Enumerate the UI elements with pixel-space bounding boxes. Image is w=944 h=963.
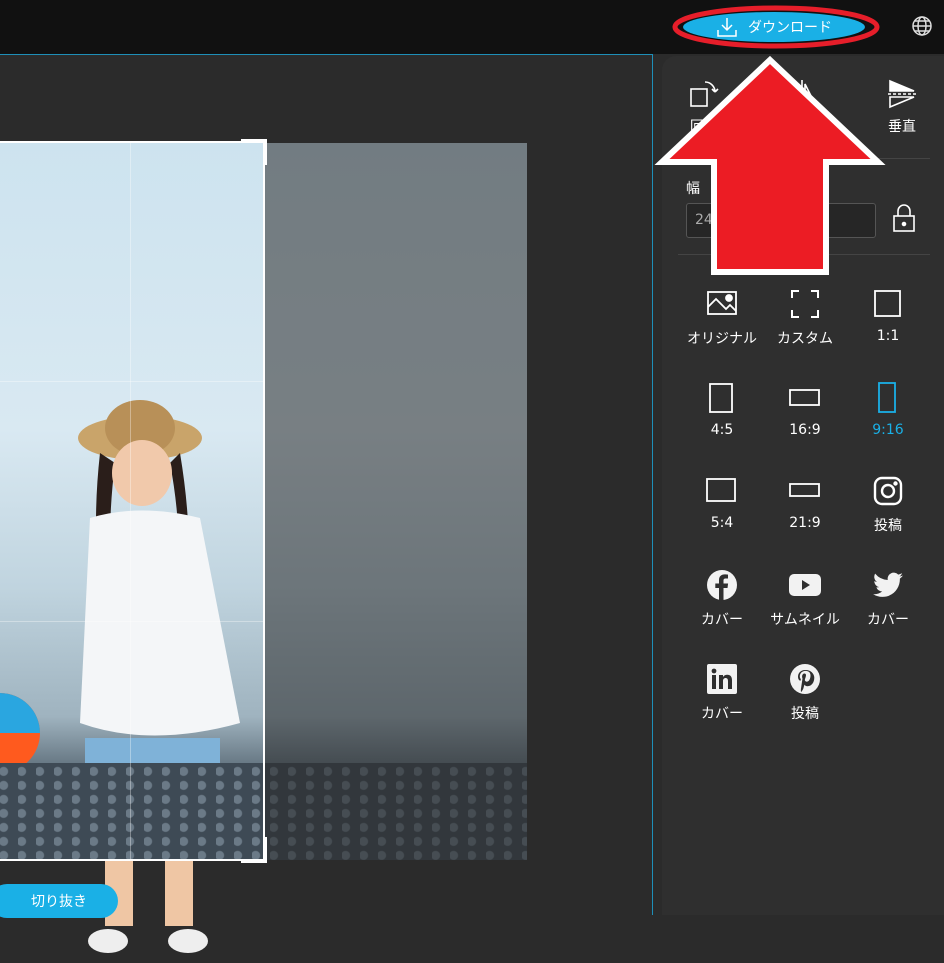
preset-label: 5:4 — [710, 515, 734, 531]
preset-instagram-post[interactable]: 投稿 — [846, 475, 930, 535]
preset-label: 1:1 — [876, 328, 900, 344]
preset-linkedin-cover[interactable]: カバー — [680, 663, 764, 723]
flip-vertical-icon — [888, 79, 916, 109]
twitter-icon — [873, 572, 903, 597]
preset-label: カバー — [701, 706, 743, 722]
preset-label: 投稿 — [874, 518, 902, 534]
cropped-out-area — [265, 143, 527, 860]
flip-horizontal-button[interactable]: 水平 — [762, 78, 842, 136]
rotate-button[interactable]: 回転 — [664, 78, 744, 136]
pinterest-icon — [790, 664, 820, 694]
preset-label: 4:5 — [710, 422, 734, 438]
preset-21-9[interactable]: 21:9 — [763, 475, 847, 531]
download-icon — [717, 18, 737, 37]
download-label: ダウンロード — [748, 19, 832, 35]
lock-icon[interactable] — [893, 204, 915, 232]
top-bar: ダウンロード — [0, 0, 944, 54]
preset-original[interactable]: オリジナル — [680, 288, 764, 348]
square-icon — [874, 290, 901, 317]
image-icon — [707, 291, 737, 315]
crop-settings-panel: 回転 水平 垂直 幅 24 オリジナル カスタム 1:1 4:5 16:9 9:… — [662, 56, 944, 915]
wide-rect-icon — [789, 389, 820, 406]
preset-1-1[interactable]: 1:1 — [846, 288, 930, 344]
preset-label: カスタム — [777, 331, 833, 347]
preset-label: カバー — [701, 612, 743, 628]
preset-facebook-cover[interactable]: カバー — [680, 569, 764, 629]
preset-twitter-cover[interactable]: カバー — [846, 569, 930, 629]
youtube-icon — [789, 574, 821, 596]
preset-youtube-thumbnail[interactable]: サムネイル — [763, 569, 847, 629]
preset-label: 16:9 — [789, 422, 821, 438]
preset-label: 投稿 — [791, 706, 819, 722]
preset-custom[interactable]: カスタム — [763, 288, 847, 348]
custom-frame-icon — [791, 290, 819, 318]
crop-handle-bottom-right[interactable] — [241, 837, 267, 863]
download-button[interactable]: ダウンロード — [683, 12, 865, 42]
landscape-rect-icon — [706, 478, 736, 502]
rotate-icon — [690, 81, 719, 107]
flip-horizontal-icon — [787, 80, 817, 108]
flip-vertical-button[interactable]: 垂直 — [862, 78, 942, 136]
preset-label: 9:16 — [872, 422, 904, 438]
linkedin-icon — [707, 664, 737, 694]
tall-rect-icon — [878, 382, 896, 413]
language-globe-icon[interactable] — [911, 15, 933, 37]
preset-label: カバー — [867, 612, 909, 628]
divider — [678, 254, 930, 255]
preset-9-16[interactable]: 9:16 — [846, 382, 930, 438]
crop-handle-top-right[interactable] — [241, 139, 267, 165]
preset-label: 21:9 — [789, 515, 821, 531]
crop-box[interactable] — [0, 139, 267, 863]
preset-pinterest-post[interactable]: 投稿 — [763, 663, 847, 723]
facebook-icon — [707, 570, 737, 600]
crop-button[interactable]: 切り抜き — [0, 884, 118, 918]
preset-label: サムネイル — [770, 612, 840, 628]
portrait-rect-icon — [709, 383, 733, 413]
ultrawide-rect-icon — [789, 483, 820, 497]
preset-5-4[interactable]: 5:4 — [680, 475, 764, 531]
width-input[interactable]: 24 — [686, 203, 876, 238]
preset-label: オリジナル — [687, 331, 757, 347]
divider — [678, 158, 930, 159]
preset-4-5[interactable]: 4:5 — [680, 382, 764, 438]
instagram-icon — [873, 476, 903, 506]
width-label: 幅 — [686, 181, 700, 197]
preset-16-9[interactable]: 16:9 — [763, 382, 847, 438]
